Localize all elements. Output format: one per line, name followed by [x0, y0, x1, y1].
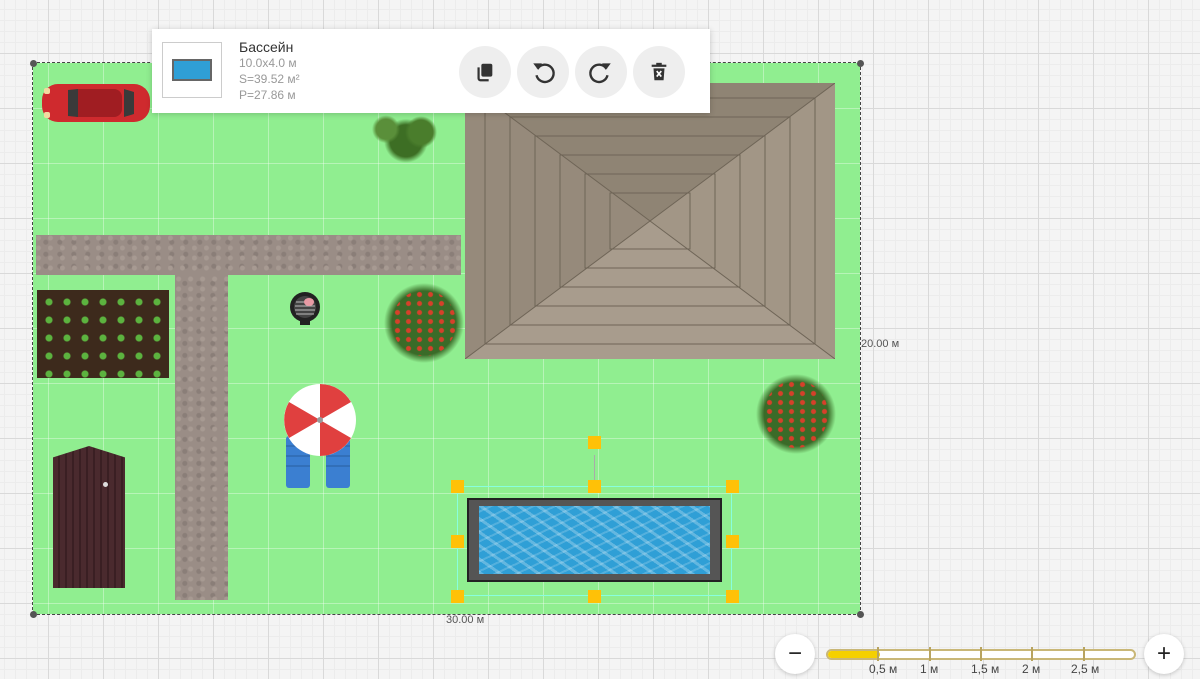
copy-icon [477, 63, 493, 82]
zoom-level-fill [828, 651, 881, 658]
shed-door-knob [103, 482, 108, 487]
scale-label: 2 м [1022, 662, 1041, 676]
apple-bush-berries [392, 290, 456, 356]
plot-height-label: 20.00 м [861, 338, 900, 350]
redo-button[interactable] [575, 46, 627, 98]
scale-label: 1 м [920, 662, 939, 676]
object-dimensions: 10.0x4.0 м [239, 56, 297, 70]
pool-water [479, 506, 710, 574]
copy-button[interactable] [459, 46, 511, 98]
plot-corner-handle[interactable] [30, 611, 37, 618]
scale-tick [980, 647, 982, 661]
resize-handle-bottom-left[interactable] [451, 590, 464, 603]
vegetable-bed[interactable] [37, 290, 169, 378]
scale-tick [877, 647, 879, 661]
plot-corner-handle[interactable] [857, 611, 864, 618]
object-name: Бассейн [239, 39, 294, 55]
zoom-out-button[interactable]: − [775, 634, 815, 674]
plot-width-label: 30.00 м [446, 614, 485, 626]
object-toolbar: Бассейн 10.0x4.0 м S=39.52 м² P=27.86 м [152, 29, 710, 113]
rotate-handle[interactable] [588, 436, 601, 449]
scale-label: 2,5 м [1071, 662, 1100, 676]
apple-bush-berries [764, 380, 828, 448]
beach-umbrella[interactable] [280, 384, 360, 489]
undo-button[interactable] [517, 46, 569, 98]
garden-shed[interactable] [53, 446, 125, 588]
tree[interactable] [356, 106, 456, 164]
object-perimeter: P=27.86 м [239, 88, 296, 102]
resize-handle-top-right[interactable] [726, 480, 739, 493]
house-roof[interactable] [465, 83, 835, 359]
delete-icon [651, 62, 667, 81]
pool-thumbnail-icon [172, 59, 212, 81]
scale-label: 0,5 м [869, 662, 898, 676]
resize-handle-bottom[interactable] [588, 590, 601, 603]
delete-button[interactable] [633, 46, 685, 98]
plot-corner-handle[interactable] [30, 60, 37, 67]
car[interactable] [40, 80, 152, 126]
resize-handle-top-left[interactable] [451, 480, 464, 493]
undo-icon [533, 63, 555, 84]
scale-tick [1031, 647, 1033, 661]
scale-tick [1083, 647, 1085, 661]
resize-handle-right[interactable] [726, 535, 739, 548]
swimming-pool[interactable] [467, 498, 722, 582]
scale-tick [929, 647, 931, 661]
object-area: S=39.52 м² [239, 72, 300, 86]
gravel-path-horizontal[interactable] [36, 235, 461, 275]
plot-corner-handle[interactable] [857, 60, 864, 67]
object-thumbnail [162, 42, 222, 98]
redo-icon [589, 63, 611, 84]
scale-label: 1,5 м [971, 662, 1000, 676]
gravel-path-vertical[interactable] [175, 275, 228, 600]
bbq-grill[interactable] [286, 290, 324, 326]
zoom-in-button[interactable]: + [1144, 634, 1184, 674]
resize-handle-top[interactable] [588, 480, 601, 493]
resize-handle-bottom-right[interactable] [726, 590, 739, 603]
resize-handle-left[interactable] [451, 535, 464, 548]
